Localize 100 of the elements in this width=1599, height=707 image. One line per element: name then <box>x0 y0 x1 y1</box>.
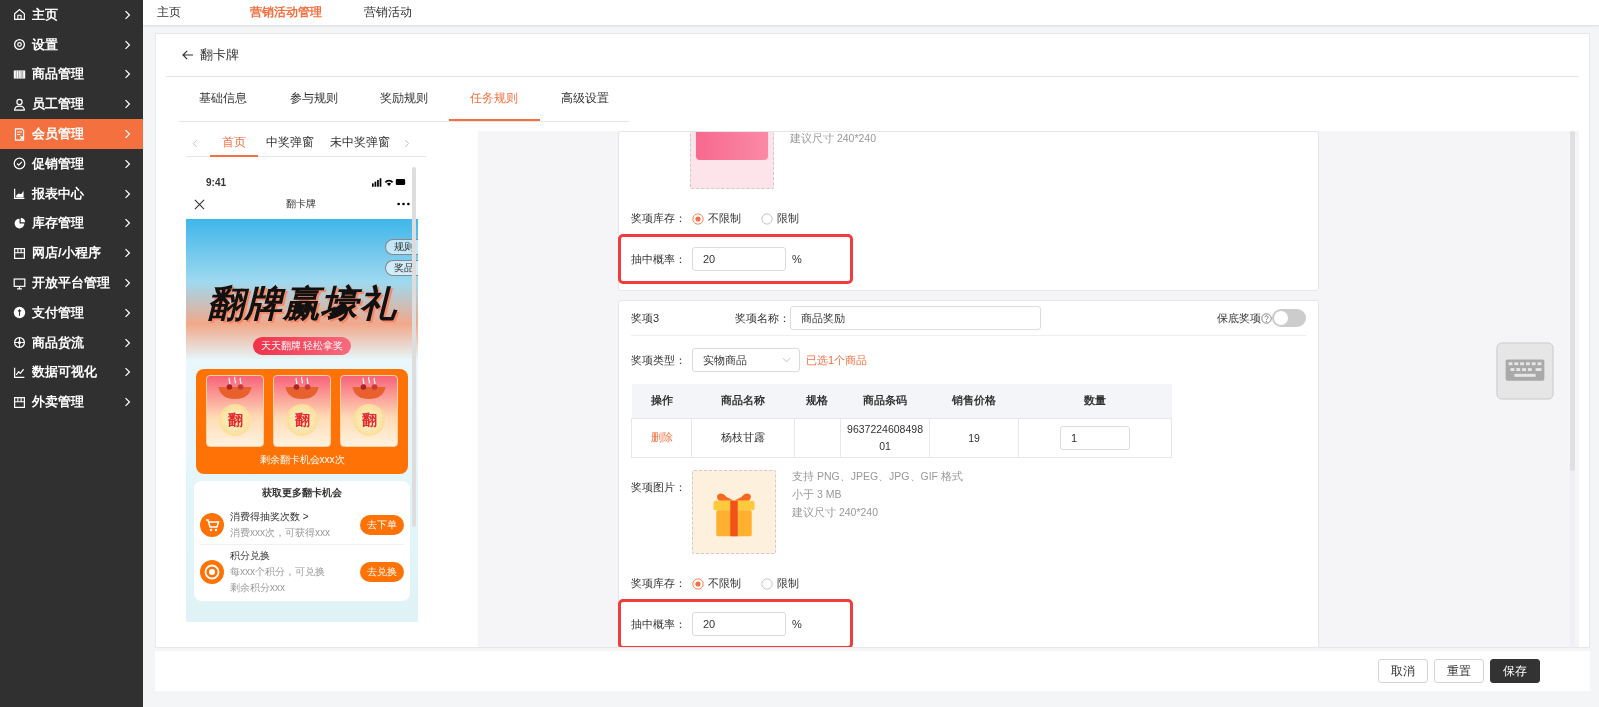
pie-chart-icon <box>13 216 26 230</box>
tab[interactable]: 参与规则 <box>268 77 359 121</box>
chevron-right-icon <box>124 248 131 259</box>
sidebar-item[interactable]: 开放平台管理 <box>0 268 143 298</box>
chevron-left-icon[interactable] <box>192 139 198 148</box>
table-header-cell: 商品条码 <box>840 384 930 419</box>
breadcrumb-link[interactable]: 主页 <box>157 4 250 21</box>
prize-name-input[interactable]: 商品奖励 <box>790 306 1041 330</box>
flip-card[interactable]: 翻 <box>273 375 331 447</box>
sidebar-item[interactable]: 支付管理 <box>0 297 143 328</box>
flip-label: 翻 <box>286 404 318 436</box>
hint-text: 支持 PNG、JPEG、JPG、GIF 格式 <box>792 470 963 484</box>
field-label: 奖项类型： <box>631 352 686 368</box>
scrollbar[interactable] <box>412 167 416 527</box>
flip-card[interactable]: 翻 <box>340 375 398 447</box>
tasks-title: 获取更多翻卡机会 <box>261 486 343 500</box>
scrollbar[interactable] <box>1570 131 1575 647</box>
settings-icon <box>13 38 26 52</box>
chevron-right-icon <box>124 99 131 110</box>
person-icon <box>13 97 26 111</box>
tab[interactable]: 奖励规则 <box>358 77 450 121</box>
probability-input[interactable]: 20 <box>692 247 786 271</box>
footer-button[interactable]: 重置 <box>1434 659 1484 683</box>
sidebar-item[interactable]: 商品货流 <box>0 327 143 358</box>
unit-label: % <box>792 618 802 630</box>
chevron-right-icon <box>124 129 131 140</box>
table-header-cell: 销售价格 <box>929 384 1019 419</box>
field-label: 抽中概率： <box>631 616 686 632</box>
line-chart-icon <box>13 365 26 379</box>
flip-label: 翻 <box>219 404 251 436</box>
sidebar-item[interactable]: 商品管理 <box>0 59 143 90</box>
phone-title: 翻卡牌 <box>286 197 316 211</box>
selected-count-text: 已选1个商品 <box>806 352 868 368</box>
radio-label: 不限制 <box>708 211 741 226</box>
cart-icon <box>200 513 224 537</box>
radio-icon[interactable] <box>761 577 773 590</box>
toggle-switch[interactable] <box>1272 309 1306 327</box>
sidebar-item[interactable]: 外卖管理 <box>0 387 143 418</box>
sidebar-item[interactable]: 员工管理 <box>0 89 143 120</box>
banner-tag: 天天翻牌 轻松拿奖 <box>252 337 352 355</box>
coupon-picture <box>696 132 768 160</box>
table-cell: 19 <box>968 432 980 444</box>
chevron-right-icon <box>124 69 131 80</box>
radio-label: 限制 <box>777 576 799 591</box>
field-label: 奖项图片： <box>631 480 686 495</box>
task-title: 消费得抽奖次数 > <box>230 510 310 524</box>
prize-type-select[interactable]: 实物商品 <box>692 348 800 372</box>
storefront-icon <box>13 395 26 409</box>
unit-label: % <box>792 253 802 265</box>
sidebar-item[interactable]: 数据可视化 <box>0 357 143 388</box>
home-icon <box>13 8 26 22</box>
close-icon[interactable] <box>194 198 205 210</box>
quantity-input[interactable]: 1 <box>1060 426 1131 450</box>
sidebar-item[interactable]: 主页 <box>0 0 143 30</box>
chevron-right-icon <box>124 367 131 378</box>
task-title: 积分兑换 <box>230 549 271 563</box>
footer-button[interactable]: 取消 <box>1378 659 1428 683</box>
radio-checked-icon[interactable] <box>692 212 704 225</box>
sidebar-item[interactable]: 报表中心 <box>0 178 143 209</box>
footer-button[interactable]: 保存 <box>1490 659 1540 683</box>
field-label: 抽中概率： <box>631 251 686 267</box>
monitor-icon <box>13 276 26 290</box>
document-icon <box>13 127 26 141</box>
table-header-cell: 数量 <box>1018 384 1172 419</box>
caret-icon <box>782 357 791 363</box>
sidebar-item[interactable]: 网店/小程序 <box>0 238 143 269</box>
radio-checked-icon[interactable] <box>692 577 704 590</box>
field-label: 保底奖项 <box>1217 310 1261 326</box>
tab[interactable]: 基础信息 <box>178 77 269 121</box>
radio-label: 限制 <box>777 211 799 226</box>
bar-chart-icon <box>13 187 26 201</box>
chevron-right-icon[interactable] <box>404 139 410 148</box>
chevron-right-icon <box>124 307 131 318</box>
hint-text: 建议尺寸 240*240 <box>792 506 880 520</box>
flip-card[interactable]: 翻 <box>206 375 264 447</box>
hint-text: 建议尺寸 240*240 <box>790 132 877 146</box>
keyboard-icon[interactable] <box>1496 342 1554 400</box>
chevron-right-icon <box>124 39 131 50</box>
table-cell: 杨枝甘露 <box>720 431 765 443</box>
table-header-cell: 商品名称 <box>691 384 795 419</box>
help-icon[interactable] <box>1261 312 1272 324</box>
table-cell: 963722460849801 <box>847 423 923 452</box>
tab[interactable]: 高级设置 <box>539 77 631 121</box>
sidebar-item[interactable]: 库存管理 <box>0 208 143 239</box>
chevron-right-icon <box>124 188 131 199</box>
preview-tab[interactable]: 中奖弹窗 <box>258 130 322 157</box>
radio-icon[interactable] <box>761 212 773 225</box>
task-description: 每xxx个积分，可兑换 <box>230 565 326 579</box>
probability-input[interactable]: 20 <box>692 612 786 636</box>
chevron-right-icon <box>124 9 131 20</box>
sidebar-item[interactable]: 促销管理 <box>0 149 143 179</box>
preview-tab[interactable]: 未中奖弹窗 <box>322 130 398 157</box>
breadcrumb-link[interactable]: 营销活动 <box>364 4 412 21</box>
status-icons <box>372 177 406 187</box>
network-icon <box>13 336 26 350</box>
back-arrow-icon[interactable] <box>182 50 194 60</box>
flip-label: 翻 <box>353 404 385 436</box>
sidebar-item[interactable]: 设置 <box>0 29 143 60</box>
more-icon[interactable] <box>397 202 410 206</box>
check-circle-icon <box>13 157 26 171</box>
